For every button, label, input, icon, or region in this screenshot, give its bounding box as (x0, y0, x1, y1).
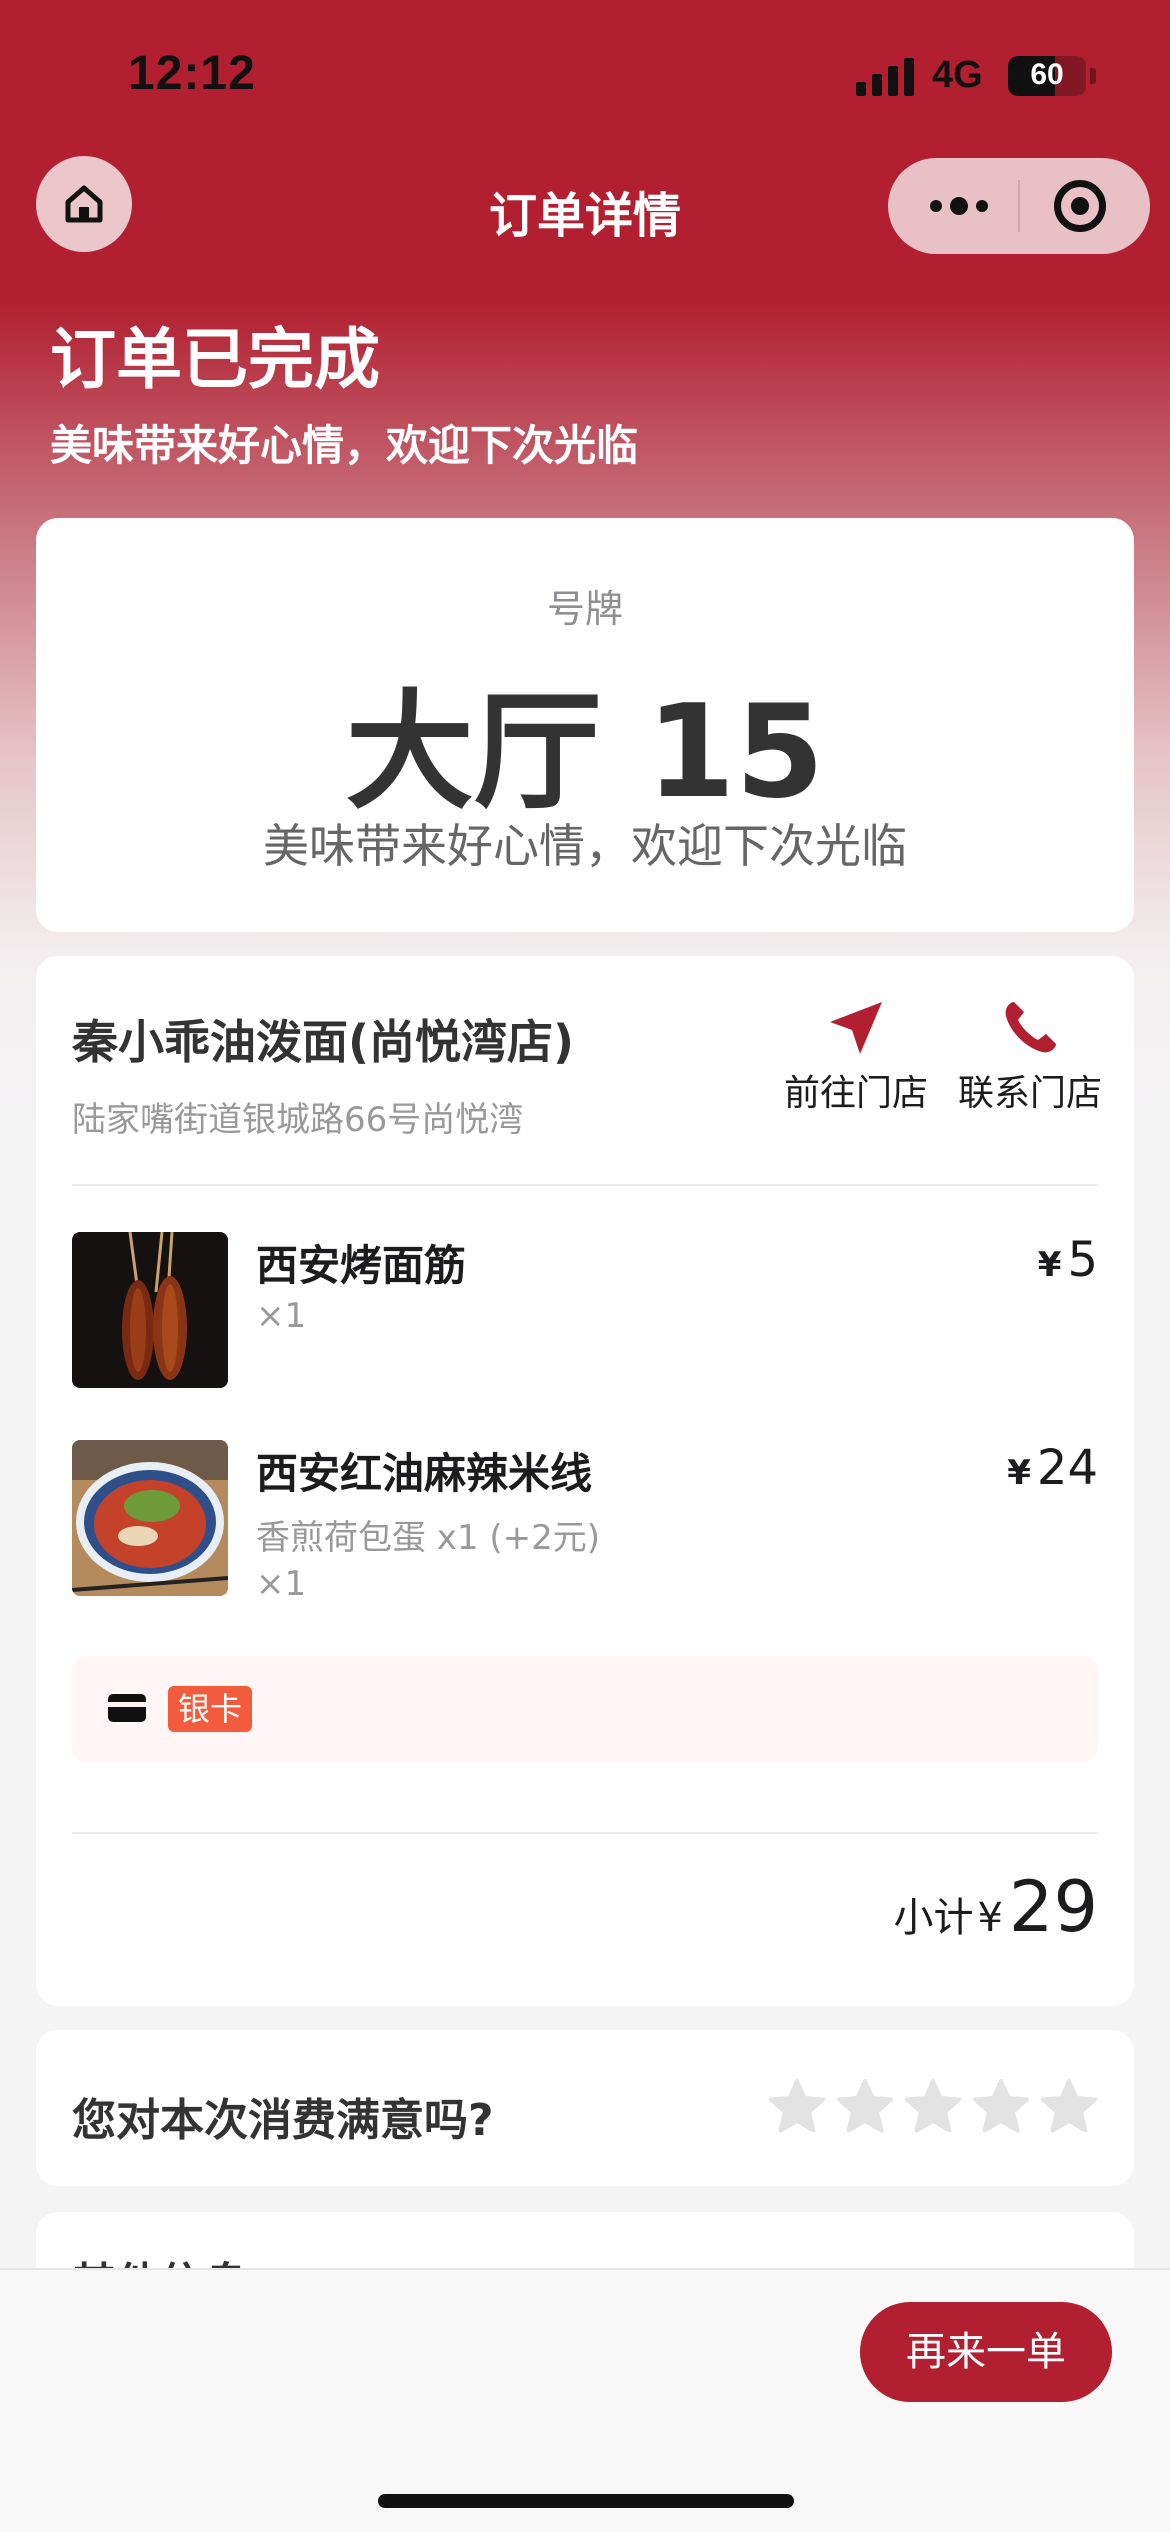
capsule-divider (1018, 180, 1020, 232)
dot-icon (950, 197, 968, 215)
item-name: 西安红油麻辣米线 (256, 1449, 593, 1498)
item-price: ¥5 (1038, 1232, 1098, 1288)
battery-percent: 60 (1030, 58, 1064, 91)
currency-symbol: ¥ (1007, 1453, 1031, 1493)
item-spec: 香煎荷包蛋 x1 (+2元) (256, 1518, 601, 1558)
subtotal: 小计 ¥29 (893, 1866, 1098, 1948)
star-icon[interactable] (1040, 2078, 1098, 2136)
ticket-number: 大厅 15 (345, 678, 825, 827)
currency-symbol: ¥ (1037, 1245, 1062, 1285)
navigate-label: 前往门店 (783, 1073, 928, 1114)
call-store-button[interactable]: 联系门店 (950, 998, 1110, 1116)
status-time: 12:12 (128, 47, 256, 100)
rating-question: 您对本次消费满意吗? (72, 2095, 494, 2146)
phone-icon (1005, 1002, 1056, 1053)
subtotal-label: 小计 (893, 1895, 974, 1941)
currency-symbol: ¥ (977, 1895, 1003, 1941)
dot-icon (976, 200, 988, 212)
call-label: 联系门店 (957, 1073, 1102, 1114)
order-status-subtitle: 美味带来好心情，欢迎下次光临 (50, 421, 639, 470)
close-miniprogram-button[interactable] (1054, 180, 1106, 232)
bottom-action-bar: 再来一单 (0, 2268, 1170, 2532)
subtotal-amount: 29 (1008, 1866, 1098, 1948)
status-bar: 12:12 4G 60 (0, 0, 1170, 150)
star-icon[interactable] (768, 2078, 826, 2136)
item-image (72, 1232, 228, 1388)
star-icon[interactable] (904, 2078, 962, 2136)
signal-icon (856, 58, 914, 96)
item-quantity: ×1 (256, 1296, 307, 1336)
item-name: 西安烤面筋 (256, 1241, 467, 1290)
price-amount: 5 (1067, 1232, 1098, 1288)
navigate-to-store-button[interactable]: 前往门店 (776, 998, 936, 1116)
item-quantity: ×1 (256, 1564, 307, 1604)
store-name[interactable]: 秦小乖油泼面(尚悦湾店) (72, 1006, 574, 1072)
credit-card-icon (108, 1694, 146, 1722)
payment-info: 银卡 (72, 1656, 1098, 1762)
item-image (72, 1440, 228, 1596)
divider (72, 1832, 1098, 1834)
more-menu-button[interactable] (924, 182, 994, 230)
price-amount: 24 (1036, 1440, 1098, 1496)
network-type: 4G (932, 54, 983, 96)
order-item: 西安红油麻辣米线 香煎荷包蛋 x1 (+2元) ×1 ¥24 (72, 1440, 1098, 1604)
order-item: 西安烤面筋 ×1 ¥5 (72, 1232, 1098, 1392)
member-card-tag: 银卡 (168, 1686, 253, 1732)
ticket-message: 美味带来好心情，欢迎下次光临 (263, 819, 907, 873)
navigation-arrow-icon (830, 1002, 882, 1054)
order-status-title: 订单已完成 (50, 321, 380, 398)
star-icon[interactable] (972, 2078, 1030, 2136)
star-rating (768, 2078, 1098, 2136)
ticket-card: 号牌 大厅 15 美味带来好心情，欢迎下次光临 (36, 518, 1134, 932)
divider (72, 1184, 1098, 1186)
star-icon[interactable] (836, 2078, 894, 2136)
miniprogram-capsule (888, 158, 1150, 254)
battery-icon: 60 (1008, 56, 1086, 96)
home-indicator (378, 2494, 794, 2508)
ticket-label: 号牌 (546, 587, 623, 631)
dot-icon (930, 200, 942, 212)
item-price: ¥24 (1007, 1440, 1098, 1496)
rating-card: 您对本次消费满意吗? (36, 2030, 1134, 2186)
store-address: 陆家嘴街道银城路66号尚悦湾 (72, 1100, 524, 1140)
reorder-button[interactable]: 再来一单 (860, 2302, 1112, 2402)
battery-tip (1090, 68, 1096, 84)
order-card: 秦小乖油泼面(尚悦湾店) 陆家嘴街道银城路66号尚悦湾 前往门店 联系门店 西安… (36, 956, 1134, 2006)
